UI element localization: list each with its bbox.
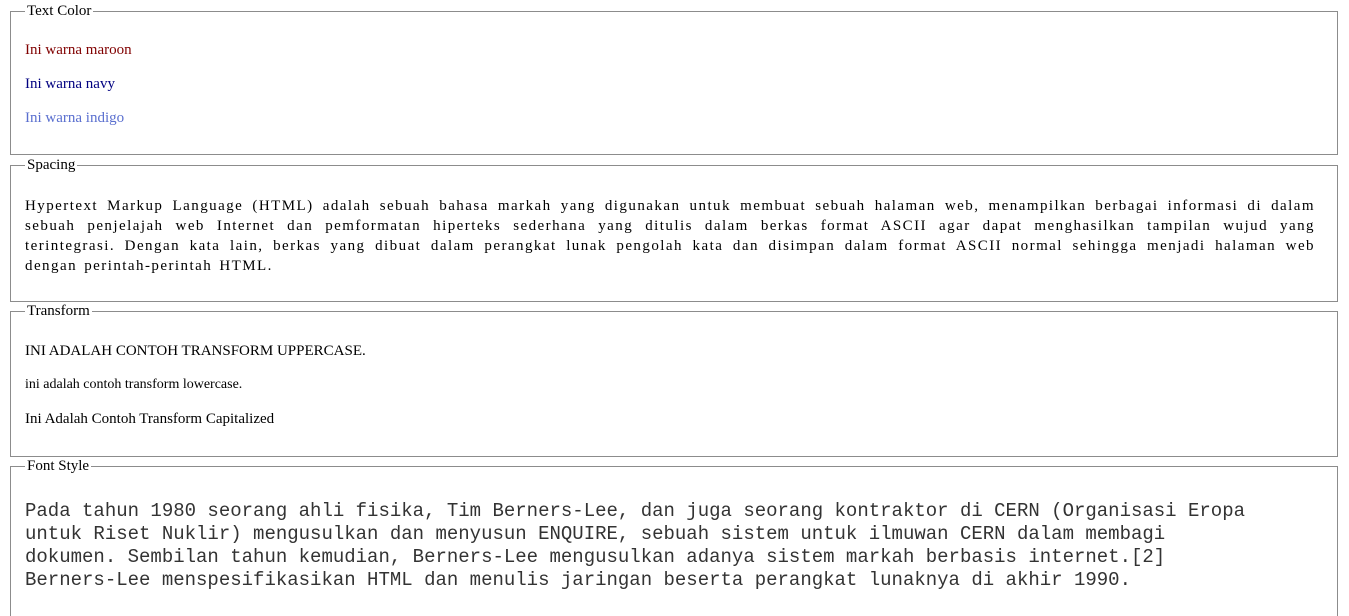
maroon-text: Ini warna maroon	[25, 42, 132, 58]
uppercase-text: INI ADALAH CONTOH TRANSFORM UPPERCASE.	[25, 343, 366, 359]
fieldset-top-border	[10, 165, 1338, 166]
navy-text: Ini warna navy	[25, 76, 115, 92]
text-color-fieldset: Text Color Ini warna maroon Ini warna na…	[10, 2, 1338, 155]
fieldset-top-border	[10, 466, 1338, 467]
transform-fieldset: Transform INI ADALAH CONTOH TRANSFORM UP…	[10, 302, 1338, 457]
spacing-legend: Spacing	[25, 156, 78, 174]
capitalized-text: Ini Adalah Contoh Transform Capitalized	[25, 411, 275, 427]
fieldset-top-border	[10, 311, 1338, 312]
font-style-line: Pada tahun 1980 seorang ahli fisika, Tim…	[25, 500, 1245, 522]
font-style-line: untuk Riset Nuklir) mengusulkan dan meny…	[25, 523, 1166, 545]
lowercase-text: ini adalah contoh transform lowercase.	[25, 377, 243, 392]
font-style-line: dokumen. Sembilan tahun kemudian, Berner…	[25, 546, 1166, 568]
spacing-fieldset: Spacing Hypertext Markup Language (HTML)…	[10, 156, 1338, 302]
text-color-legend: Text Color	[25, 2, 94, 20]
spacing-paragraph: Hypertext Markup Language (HTML) adalah …	[25, 198, 1315, 274]
indigo-text: Ini warna indigo	[25, 110, 125, 126]
font-style-legend: Font Style	[25, 457, 92, 475]
font-style-paragraph: Pada tahun 1980 seorang ahli fisika, Tim…	[25, 500, 1315, 592]
fieldset-top-border	[10, 11, 1338, 12]
font-style-fieldset: Font Style Pada tahun 1980 seorang ahli …	[10, 457, 1338, 616]
transform-legend: Transform	[25, 302, 92, 320]
font-style-line: Berners-Lee menspesifikasikan HTML dan m…	[25, 569, 1131, 591]
